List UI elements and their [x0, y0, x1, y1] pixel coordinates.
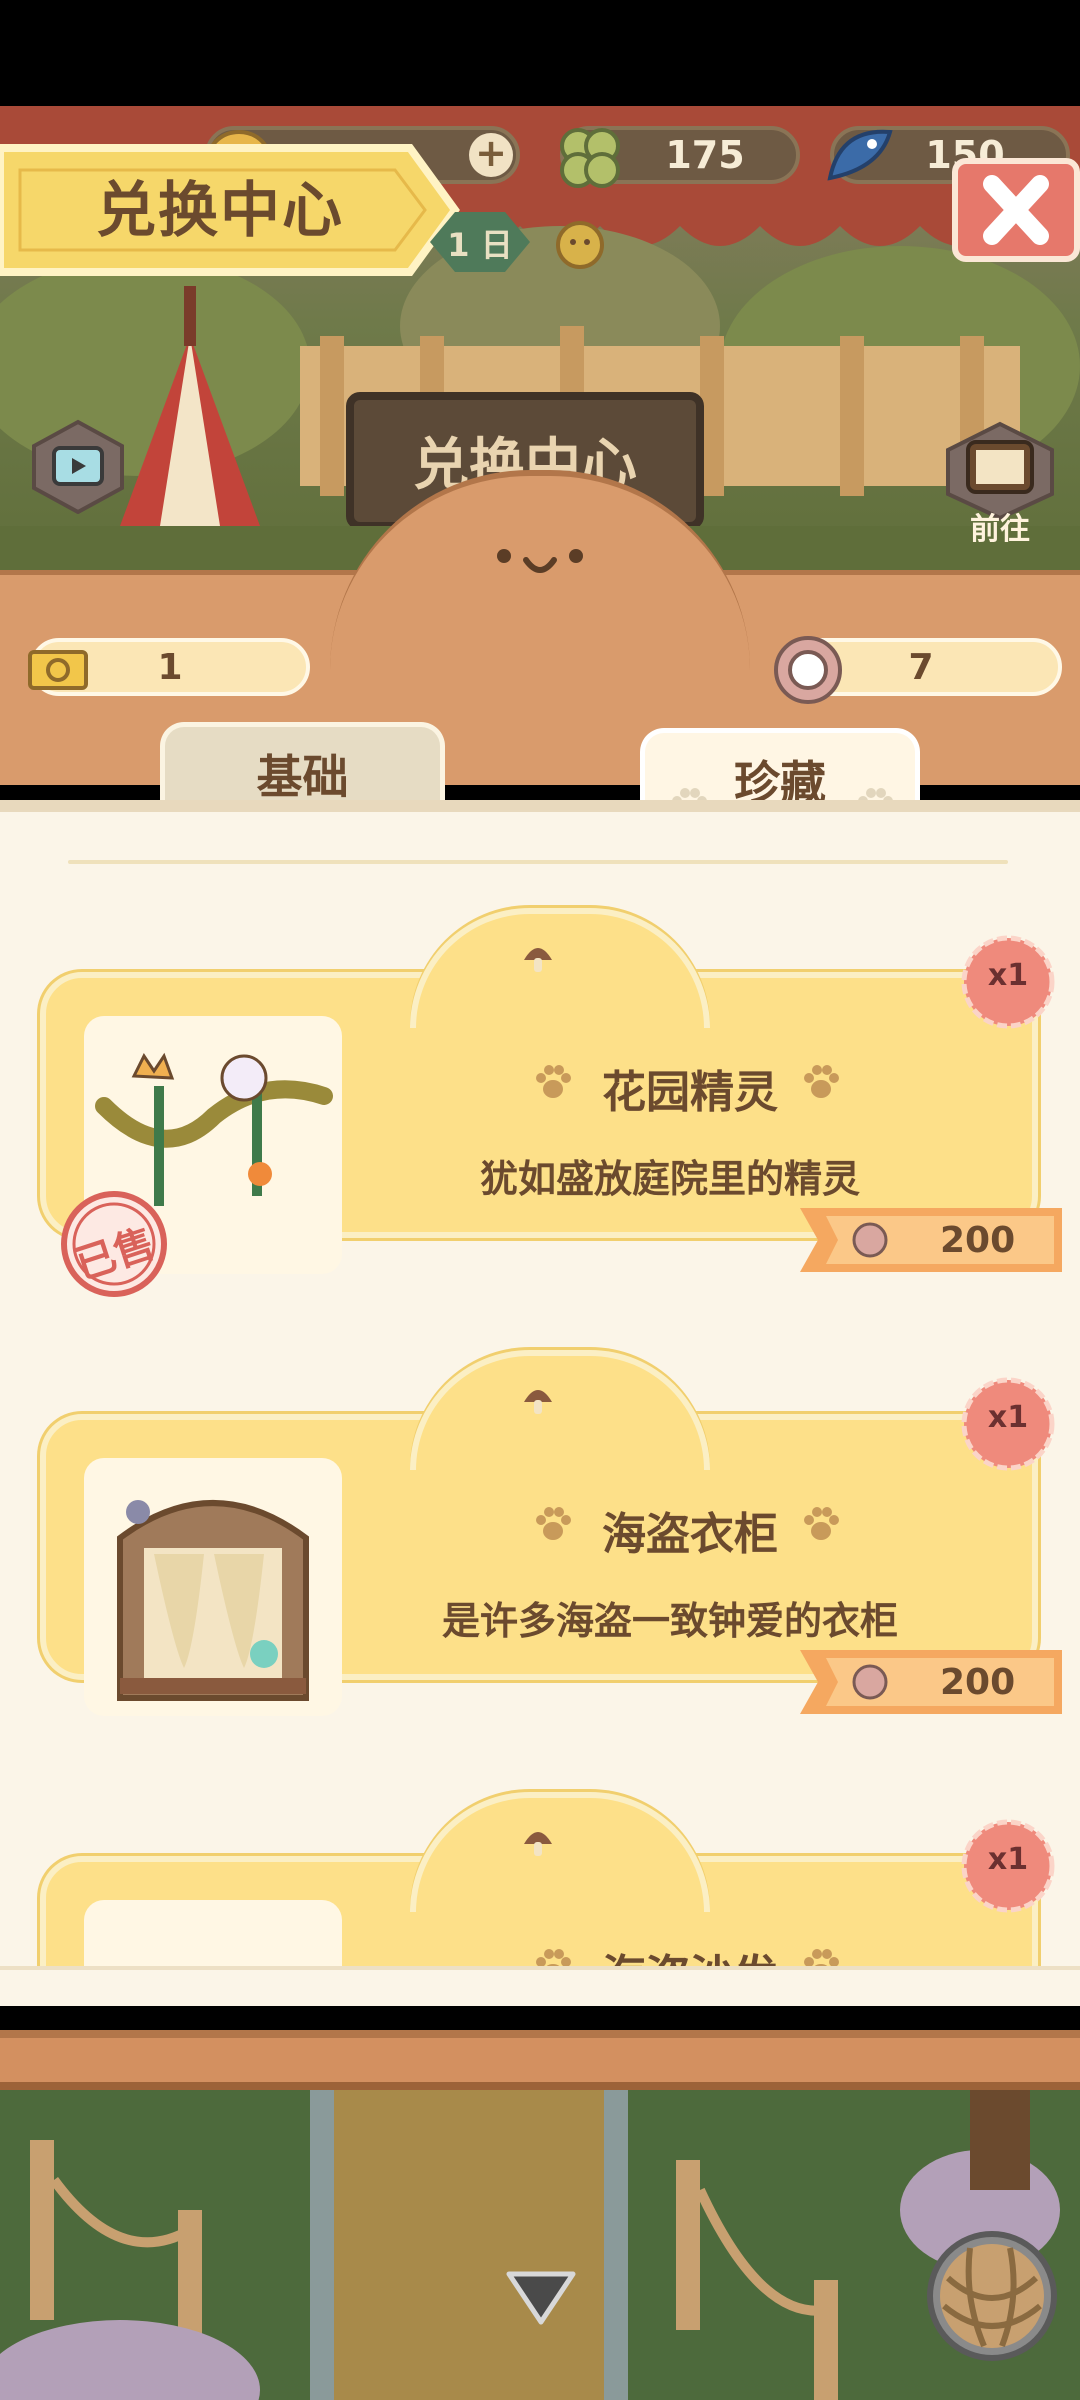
item-list: 已售 花园精灵 犹如盛放庭院里的精灵 200 x1 海盗衣柜 是许多海盗一致钟爱…	[0, 812, 1080, 1972]
item-card[interactable]: 已售 花园精灵 犹如盛放庭院里的精灵 200 x1	[40, 908, 1062, 1297]
item-quantity: x1	[987, 958, 1029, 993]
face-icon	[490, 546, 590, 590]
item-image	[84, 1458, 342, 1716]
tab-basic[interactable]: 基础	[160, 722, 445, 812]
mushroom-icon	[524, 1832, 552, 1856]
item-name: 海盗衣柜	[602, 1509, 778, 1560]
date-text: 1 日	[447, 226, 513, 264]
clover-value: 175	[665, 133, 745, 177]
item-card[interactable]: 海盗沙发 x1	[40, 1792, 1055, 1972]
paw-icon	[804, 1065, 839, 1098]
go-label: 前往	[970, 512, 1030, 547]
mushroom-icon	[524, 948, 552, 972]
yarn-ball-icon	[927, 2231, 1057, 2361]
token-counter: 7	[774, 636, 1062, 704]
item-quantity: x1	[987, 1842, 1029, 1877]
item-description: 犹如盛放庭院里的精灵	[479, 1157, 860, 1201]
item-price: 200	[940, 1662, 1016, 1703]
item-name: 花园精灵	[602, 1067, 778, 1118]
item-quantity: x1	[987, 1400, 1029, 1435]
paw-icon	[804, 1507, 839, 1540]
page-title: 兑换中心	[96, 176, 344, 246]
go-button[interactable]: 前往	[940, 420, 1060, 550]
clover-icon	[550, 118, 630, 207]
card-hump	[410, 908, 710, 1028]
tv-button[interactable]	[28, 418, 128, 518]
wood-bar	[0, 2030, 1080, 2090]
coin-plus-button[interactable]: +	[469, 133, 513, 177]
clover-pill: 175	[560, 126, 800, 188]
fish-icon	[820, 118, 900, 207]
chevron-down-icon	[506, 2271, 576, 2325]
paw-icon	[536, 1065, 571, 1098]
status-bar	[0, 0, 1080, 106]
date-tag: 1 日	[430, 212, 530, 272]
yarn-ball-button[interactable]	[924, 2228, 1060, 2368]
card-hump	[410, 1792, 710, 1912]
bottom-scene	[0, 2090, 1080, 2400]
tab-basic-label: 基础	[256, 750, 349, 804]
ticket-icon	[26, 644, 90, 705]
scroll-down-button[interactable]	[505, 2270, 577, 2330]
token-icon	[770, 632, 846, 717]
card-hump	[410, 1350, 710, 1470]
ticket-counter: 1	[28, 638, 310, 696]
item-card[interactable]: 海盗衣柜 是许多海盗一致钟爱的衣柜 200 x1	[40, 1350, 1062, 1716]
close-button[interactable]	[952, 158, 1080, 262]
item-description: 是许多海盗一致钟爱的衣柜	[441, 1599, 898, 1643]
token-count: 7	[908, 646, 934, 688]
ticket-count: 1	[157, 646, 183, 688]
list-footer	[0, 1966, 1080, 2006]
item-price: 200	[940, 1220, 1016, 1261]
close-icon	[983, 175, 1049, 245]
mushroom-icon	[524, 1390, 552, 1414]
item-image	[84, 1900, 342, 1972]
paw-icon	[536, 1507, 571, 1540]
sun-icon	[545, 210, 615, 284]
list-top-line	[68, 860, 1008, 864]
